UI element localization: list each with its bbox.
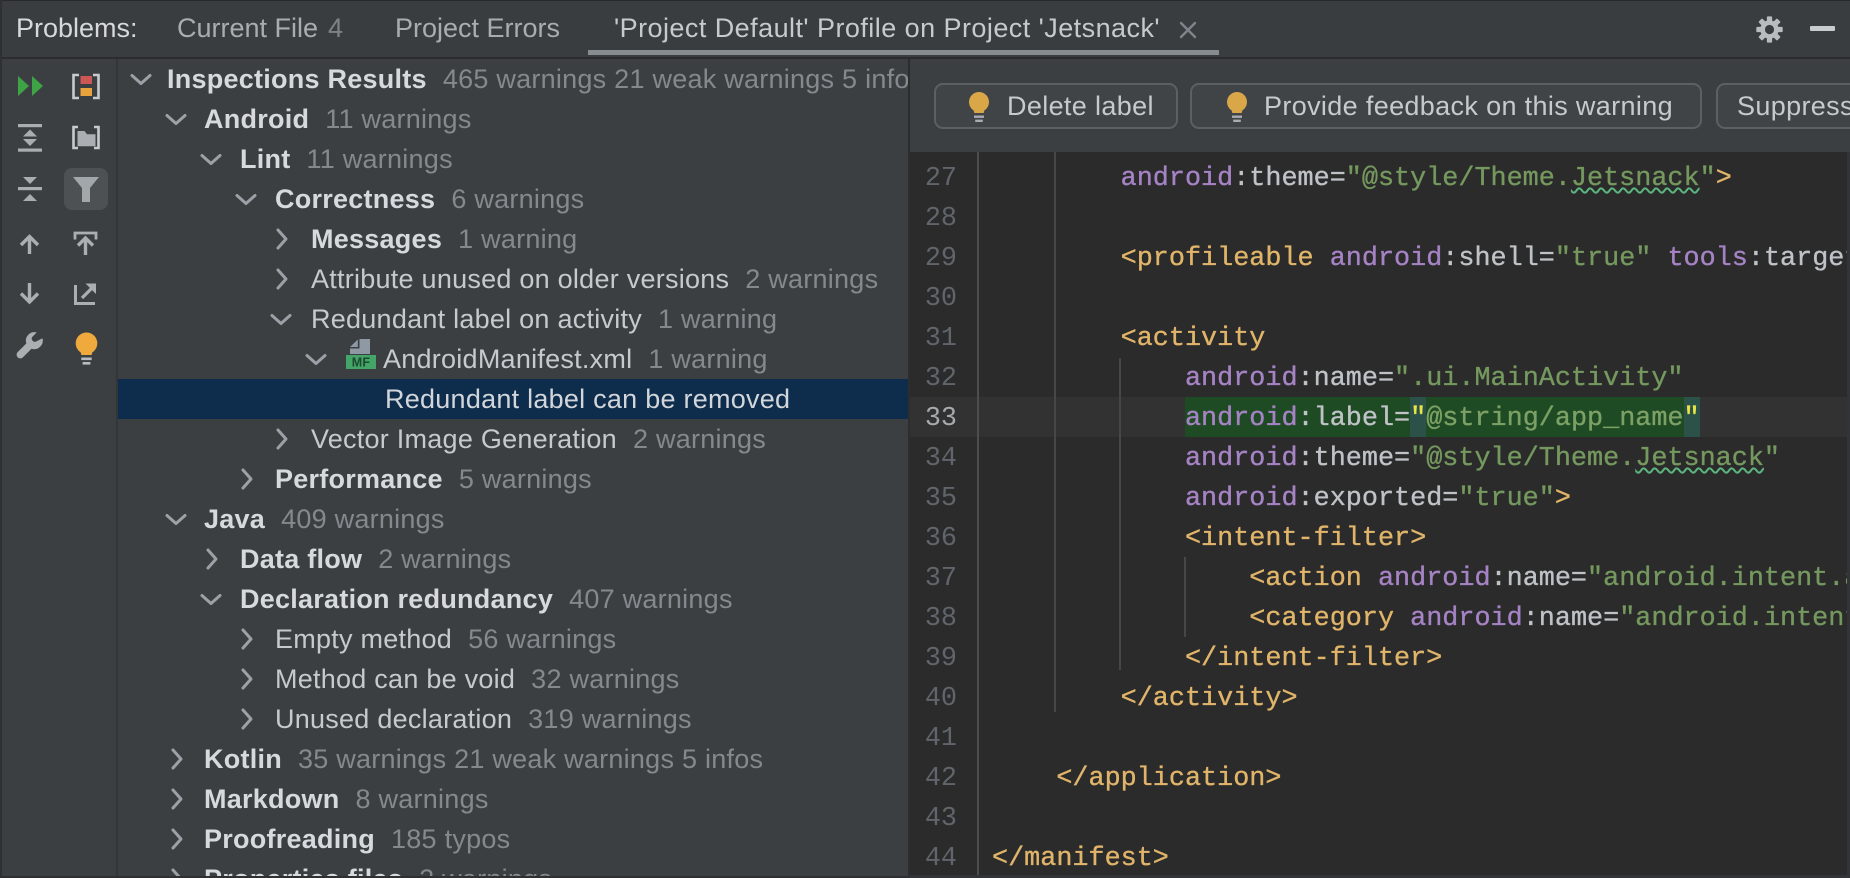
svg-text:MF: MF <box>352 356 371 370</box>
